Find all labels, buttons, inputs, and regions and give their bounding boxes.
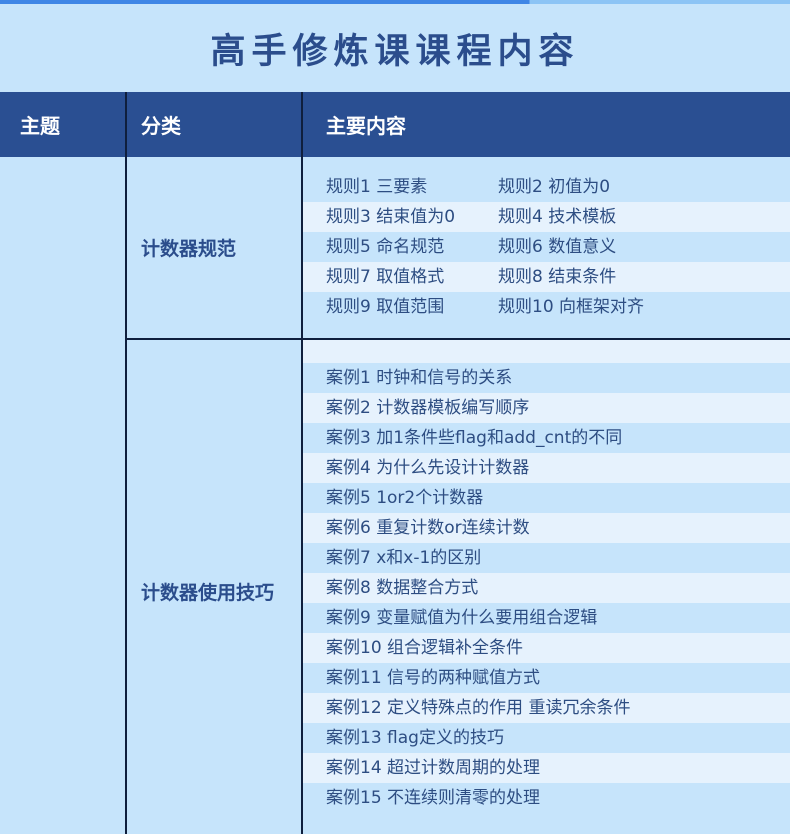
case-item: 案例2 计数器模板编写顺序 [326,398,530,418]
header-category: 分类 [141,114,181,138]
rule-row: 规则5 命名规范 规则6 数值意义 [303,232,790,262]
case-item: 案例10 组合逻辑补全条件 [326,638,524,658]
rule-item: 规则10 向框架对齐 [498,297,645,317]
case-row: 案例11 信号的两种赋值方式 [303,663,790,693]
rule-item: 规则2 初值为0 [498,177,611,197]
rule-row: 规则7 取值格式 规则8 结束条件 [303,262,790,292]
header-content: 主要内容 [326,114,406,138]
rule-item: 规则7 取值格式 [326,267,445,287]
rule-item: 规则6 数值意义 [498,237,617,257]
case-item: 案例14 超过计数周期的处理 [326,758,541,778]
case-row: 案例7 x和x-1的区别 [303,543,790,573]
case-row-spacer [303,340,790,363]
case-row: 案例8 数据整合方式 [303,573,790,603]
rule-row: 规则9 取值范围 规则10 向框架对齐 [303,292,790,322]
page-title: 高手修炼课课程内容 [210,31,580,72]
case-item: 案例12 定义特殊点的作用 重读冗余条件 [326,698,631,718]
case-row: 案例15 不连续则清零的处理 [303,783,790,813]
case-item: 案例11 信号的两种赋值方式 [326,668,541,688]
rule-item: 规则8 结束条件 [498,267,617,287]
case-item: 案例4 为什么先设计计数器 [326,458,530,478]
rule-item: 规则4 技术模板 [498,207,617,227]
case-item: 案例1 时钟和信号的关系 [326,368,513,388]
column-divider-1 [125,92,127,834]
rule-row: 规则3 结束值为0 规则4 技术模板 [303,202,790,232]
rule-item: 规则5 命名规范 [326,237,445,257]
case-row: 案例4 为什么先设计计数器 [303,453,790,483]
case-row: 案例13 flag定义的技巧 [303,723,790,753]
category-spec: 计数器规范 [141,238,237,260]
category-usage: 计数器使用技巧 [141,582,275,604]
case-row: 案例2 计数器模板编写顺序 [303,393,790,423]
case-row: 案例10 组合逻辑补全条件 [303,633,790,663]
rule-row: 规则1 三要素 规则2 初值为0 [303,172,790,202]
table-header: 主题 分类 主要内容 [0,92,790,157]
case-item: 案例13 flag定义的技巧 [326,728,504,748]
case-item: 案例15 不连续则清零的处理 [326,788,541,808]
case-item: 案例7 x和x-1的区别 [326,548,482,568]
title-band: 高手修炼课课程内容 [0,4,790,92]
rule-item: 规则3 结束值为0 [326,207,456,227]
case-row: 案例9 变量赋值为什么要用组合逻辑 [303,603,790,633]
case-row: 案例5 1or2个计数器 [303,483,790,513]
case-row: 案例14 超过计数周期的处理 [303,753,790,783]
rule-item: 规则9 取值范围 [326,297,445,317]
rule-item: 规则1 三要素 [326,177,428,197]
case-item: 案例6 重复计数or连续计数 [326,518,530,538]
case-row: 案例1 时钟和信号的关系 [303,363,790,393]
header-topic: 主题 [20,114,60,138]
case-item: 案例5 1or2个计数器 [326,488,484,508]
case-item: 案例9 变量赋值为什么要用组合逻辑 [326,608,598,628]
case-row: 案例12 定义特殊点的作用 重读冗余条件 [303,693,790,723]
case-row: 案例3 加1条件些flag和add_cnt的不同 [303,423,790,453]
case-item: 案例8 数据整合方式 [326,578,479,598]
case-row: 案例6 重复计数or连续计数 [303,513,790,543]
case-item: 案例3 加1条件些flag和add_cnt的不同 [326,428,623,448]
